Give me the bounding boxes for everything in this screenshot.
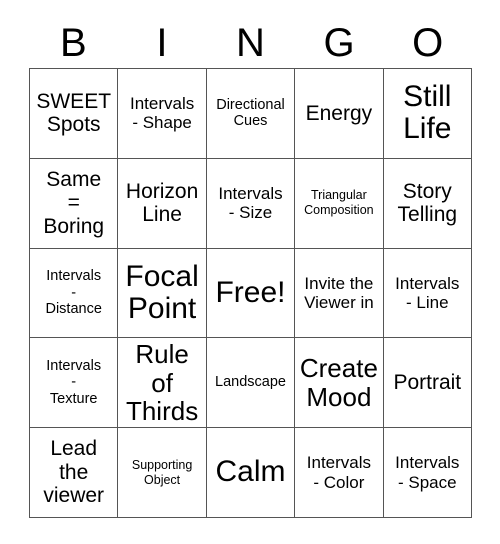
bingo-cell-label: Portrait bbox=[393, 371, 462, 395]
bingo-cell-r4c3[interactable]: Landscape bbox=[206, 338, 296, 429]
bingo-header-letter-o: O bbox=[412, 21, 444, 65]
bingo-cell-label: Landscape bbox=[215, 374, 286, 391]
bingo-cell-label: Rule of Thirds bbox=[125, 338, 199, 427]
bingo-cell-r2c5[interactable]: Story Telling bbox=[383, 158, 472, 249]
bingo-cell-label: Intervals - Line bbox=[395, 273, 460, 312]
bingo-cell-label: Supporting Object bbox=[131, 457, 193, 487]
bingo-cell-label: Create Mood bbox=[299, 353, 378, 412]
bingo-cell-label: Calm bbox=[215, 455, 286, 489]
bingo-cell-r1c2[interactable]: Intervals - Shape bbox=[118, 69, 207, 159]
bingo-cell-r1c5[interactable]: Still Life bbox=[383, 69, 472, 159]
bingo-header-letter-b: B bbox=[59, 21, 87, 65]
bingo-cell-r1c1[interactable]: SWEET Spots bbox=[30, 69, 119, 159]
bingo-cell-r2c3[interactable]: Intervals - Size bbox=[206, 158, 296, 249]
bingo-header-row: B I N G O bbox=[29, 18, 472, 68]
bingo-cell-label: Intervals - Distance bbox=[45, 267, 102, 318]
bingo-cell-r3c2[interactable]: Focal Point bbox=[118, 248, 207, 339]
bingo-cell-r2c1[interactable]: Same = Boring bbox=[30, 158, 119, 249]
bingo-cell-r5c4[interactable]: Intervals - Color bbox=[295, 428, 384, 518]
bingo-cell-r3c3[interactable]: Free! bbox=[206, 248, 296, 339]
bingo-cell-label: Horizon Line bbox=[125, 179, 199, 227]
bingo-cell-label: Directional Cues bbox=[216, 96, 285, 130]
bingo-cell-r5c1[interactable]: Lead the viewer bbox=[30, 428, 119, 518]
bingo-cell-r3c5[interactable]: Intervals - Line bbox=[383, 248, 472, 339]
bingo-cell-label: Free! bbox=[215, 275, 286, 309]
bingo-cell-label: Invite the Viewer in bbox=[304, 273, 374, 312]
bingo-cell-label: Intervals - Shape bbox=[129, 94, 195, 133]
bingo-cell-r4c5[interactable]: Portrait bbox=[383, 338, 472, 429]
bingo-cell-label: Intervals - Size bbox=[218, 183, 283, 223]
bingo-cell-label: Same = Boring bbox=[43, 167, 105, 238]
bingo-header-letter-g: G bbox=[323, 21, 355, 65]
bingo-cell-label: Energy bbox=[305, 101, 373, 125]
bingo-cell-r4c2[interactable]: Rule of Thirds bbox=[118, 338, 207, 429]
bingo-cell-label: SWEET Spots bbox=[36, 89, 112, 137]
bingo-cell-r2c4[interactable]: Triangular Composition bbox=[295, 158, 384, 249]
bingo-cell-r1c4[interactable]: Energy bbox=[295, 69, 384, 159]
bingo-grid: SWEET Spots Intervals - Shape Directional … bbox=[29, 68, 472, 518]
bingo-cell-r2c2[interactable]: Horizon Line bbox=[118, 158, 207, 249]
bingo-cell-label: Intervals - Color bbox=[306, 453, 372, 492]
bingo-cell-label: Still Life bbox=[403, 80, 452, 146]
bingo-cell-r3c1[interactable]: Intervals - Distance bbox=[30, 248, 119, 339]
bingo-cell-label: Focal Point bbox=[125, 259, 199, 325]
bingo-cell-r1c3[interactable]: Directional Cues bbox=[206, 69, 296, 159]
bingo-cell-r3c4[interactable]: Invite the Viewer in bbox=[295, 248, 384, 339]
bingo-cell-label: Intervals - Space bbox=[395, 453, 460, 492]
bingo-card: B I N G O SWEET Spots Intervals - Shape Di… bbox=[0, 0, 500, 544]
bingo-cell-r5c2[interactable]: Supporting Object bbox=[118, 428, 207, 518]
bingo-cell-label: Intervals - Texture bbox=[46, 357, 102, 408]
bingo-cell-r5c3[interactable]: Calm bbox=[206, 428, 296, 518]
bingo-cell-label: Story Telling bbox=[397, 179, 458, 227]
bingo-cell-r4c1[interactable]: Intervals - Texture bbox=[30, 338, 119, 429]
bingo-cell-label: Lead the viewer bbox=[43, 437, 105, 508]
bingo-cell-r4c4[interactable]: Create Mood bbox=[295, 338, 384, 429]
bingo-header-letter-i: I bbox=[156, 21, 168, 65]
bingo-header-letter-n: N bbox=[236, 21, 265, 65]
bingo-cell-r5c5[interactable]: Intervals - Space bbox=[383, 428, 472, 518]
bingo-cell-label: Triangular Composition bbox=[304, 188, 374, 218]
